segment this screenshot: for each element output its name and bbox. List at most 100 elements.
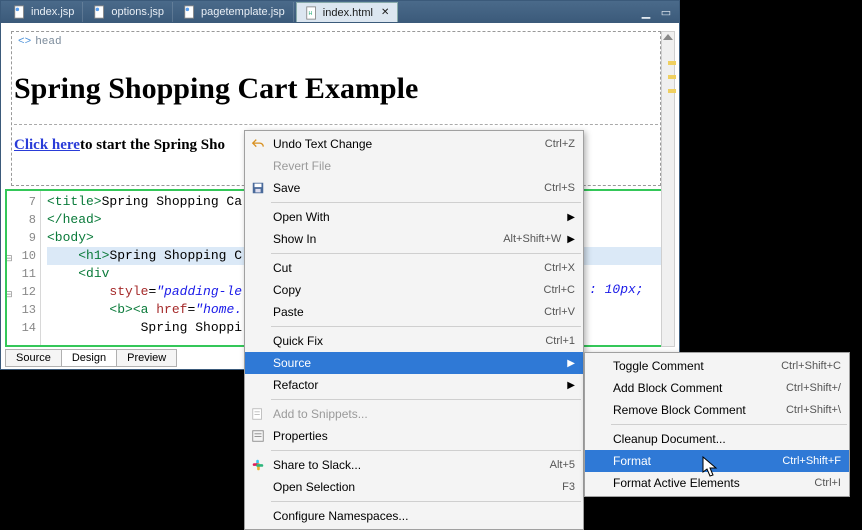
jsp-file-icon <box>93 5 107 19</box>
props-icon <box>250 428 266 444</box>
menu-item-accelerator: Alt+Shift+W <box>503 233 561 245</box>
menu-item-accelerator: Alt+5 <box>550 459 575 471</box>
menu-separator <box>271 450 581 451</box>
tabbar-controls: ▁ ▭ <box>639 5 679 19</box>
menu-item-label: Open Selection <box>273 480 562 494</box>
submenu-arrow-icon: ▶ <box>567 234 575 245</box>
context-menu-item-share-to-slack[interactable]: Share to Slack...Alt+5 <box>245 454 583 476</box>
context-menu-item-copy[interactable]: CopyCtrl+C <box>245 279 583 301</box>
tab-index-html[interactable]: H index.html ✕ <box>296 2 399 22</box>
context-menu-item-properties[interactable]: Properties <box>245 425 583 447</box>
menu-item-label: Show In <box>273 232 503 246</box>
menu-item-label: Remove Block Comment <box>613 403 786 417</box>
slack-icon <box>250 457 266 473</box>
menu-item-label: Copy <box>273 283 544 297</box>
menu-item-label: Cut <box>273 261 544 275</box>
preview-heading[interactable]: Spring Shopping Cart Example <box>14 72 658 106</box>
close-icon[interactable]: ✕ <box>381 7 389 18</box>
menu-item-label: Configure Namespaces... <box>273 509 575 523</box>
menu-item-accelerator: Ctrl+Shift+C <box>781 360 841 372</box>
menu-item-label: Paste <box>273 305 544 319</box>
tab-index-jsp[interactable]: index.jsp <box>5 2 83 22</box>
breadcrumb[interactable]: <> head <box>12 32 660 52</box>
bottom-tab-source[interactable]: Source <box>5 349 62 367</box>
submenu-arrow-icon: ▶ <box>567 380 575 391</box>
context-menu-item-revert-file: Revert File <box>245 155 583 177</box>
context-menu-item-add-to-snippets: Add to Snippets... <box>245 403 583 425</box>
source-submenu-item-remove-block-comment[interactable]: Remove Block CommentCtrl+Shift+\ <box>585 399 849 421</box>
source-submenu-item-add-block-comment[interactable]: Add Block CommentCtrl+Shift+/ <box>585 377 849 399</box>
source-submenu-item-format[interactable]: FormatCtrl+Shift+F <box>585 450 849 472</box>
tab-options-jsp[interactable]: options.jsp <box>85 2 173 22</box>
menu-item-label: Source <box>273 356 561 370</box>
context-menu-main: Undo Text ChangeCtrl+ZRevert FileSaveCtr… <box>244 130 584 530</box>
menu-separator <box>271 253 581 254</box>
save-icon <box>250 180 266 196</box>
bottom-tabs: Source Design Preview <box>5 349 176 367</box>
tab-label: options.jsp <box>111 6 164 18</box>
editor-tabbar: index.jsp options.jsp pagetemplate.jsp H… <box>1 1 679 23</box>
tab-label: index.html <box>323 7 373 19</box>
marker[interactable] <box>668 61 676 65</box>
submenu-arrow-icon: ▶ <box>567 212 575 223</box>
tab-label: index.jsp <box>31 6 74 18</box>
menu-item-label: Format <box>613 454 782 468</box>
menu-item-accelerator: Ctrl+C <box>544 284 575 296</box>
menu-item-accelerator: Ctrl+S <box>544 182 575 194</box>
preview-link[interactable]: Click here <box>14 137 80 153</box>
preview-rest: to start the Spring Sho <box>80 137 225 153</box>
menu-item-label: Add to Snippets... <box>273 407 575 421</box>
bottom-tab-design[interactable]: Design <box>61 349 117 367</box>
menu-item-label: Revert File <box>273 159 575 173</box>
tab-pagetemplate-jsp[interactable]: pagetemplate.jsp <box>175 2 294 22</box>
context-menu-item-open-with[interactable]: Open With ▶ <box>245 206 583 228</box>
snippet-icon <box>250 406 266 422</box>
tag-icon: <> <box>18 36 31 48</box>
menu-separator <box>271 202 581 203</box>
context-menu-item-show-in[interactable]: Show InAlt+Shift+W ▶ <box>245 228 583 250</box>
jsp-file-icon <box>13 5 27 19</box>
html-file-icon: H <box>305 6 319 20</box>
menu-item-label: Properties <box>273 429 575 443</box>
menu-item-label: Undo Text Change <box>273 137 545 151</box>
menu-item-label: Open With <box>273 210 561 224</box>
breadcrumb-tag: head <box>35 36 61 48</box>
menu-item-accelerator: Ctrl+I <box>814 477 841 489</box>
menu-item-label: Refactor <box>273 378 561 392</box>
menu-item-label: Toggle Comment <box>613 359 781 373</box>
context-menu-item-source[interactable]: Source ▶ <box>245 352 583 374</box>
source-submenu-item-cleanup-document[interactable]: Cleanup Document... <box>585 428 849 450</box>
marker[interactable] <box>668 75 676 79</box>
context-menu-item-open-selection[interactable]: Open SelectionF3 <box>245 476 583 498</box>
menu-item-accelerator: Ctrl+V <box>544 306 575 318</box>
menu-item-label: Quick Fix <box>273 334 545 348</box>
source-submenu-item-toggle-comment[interactable]: Toggle CommentCtrl+Shift+C <box>585 355 849 377</box>
maximize-icon[interactable]: ▭ <box>659 5 673 19</box>
undo-icon <box>250 136 266 152</box>
menu-item-accelerator: Ctrl+Shift+F <box>782 455 841 467</box>
context-menu-item-configure-namespaces[interactable]: Configure Namespaces... <box>245 505 583 527</box>
overview-ruler <box>667 31 679 181</box>
context-menu-item-undo-text-change[interactable]: Undo Text ChangeCtrl+Z <box>245 133 583 155</box>
menu-item-accelerator: Ctrl+Shift+/ <box>786 382 841 394</box>
bottom-tab-preview[interactable]: Preview <box>116 349 177 367</box>
context-menu-item-save[interactable]: SaveCtrl+S <box>245 177 583 199</box>
menu-separator <box>271 326 581 327</box>
menu-item-accelerator: Ctrl+1 <box>545 335 575 347</box>
menu-separator <box>611 424 847 425</box>
menu-item-accelerator: Ctrl+Shift+\ <box>786 404 841 416</box>
overflow-style-text: : 10px; <box>589 282 644 297</box>
context-menu-item-cut[interactable]: CutCtrl+X <box>245 257 583 279</box>
marker[interactable] <box>668 89 676 93</box>
source-submenu-item-format-active-elements[interactable]: Format Active ElementsCtrl+I <box>585 472 849 494</box>
menu-item-label: Save <box>273 181 544 195</box>
context-menu-item-refactor[interactable]: Refactor ▶ <box>245 374 583 396</box>
submenu-arrow-icon: ▶ <box>567 358 575 369</box>
menu-item-accelerator: Ctrl+X <box>544 262 575 274</box>
minimize-icon[interactable]: ▁ <box>639 5 653 19</box>
context-menu-item-paste[interactable]: PasteCtrl+V <box>245 301 583 323</box>
menu-separator <box>271 501 581 502</box>
context-menu-item-quick-fix[interactable]: Quick FixCtrl+1 <box>245 330 583 352</box>
jsp-file-icon <box>183 5 197 19</box>
tab-label: pagetemplate.jsp <box>201 6 285 18</box>
